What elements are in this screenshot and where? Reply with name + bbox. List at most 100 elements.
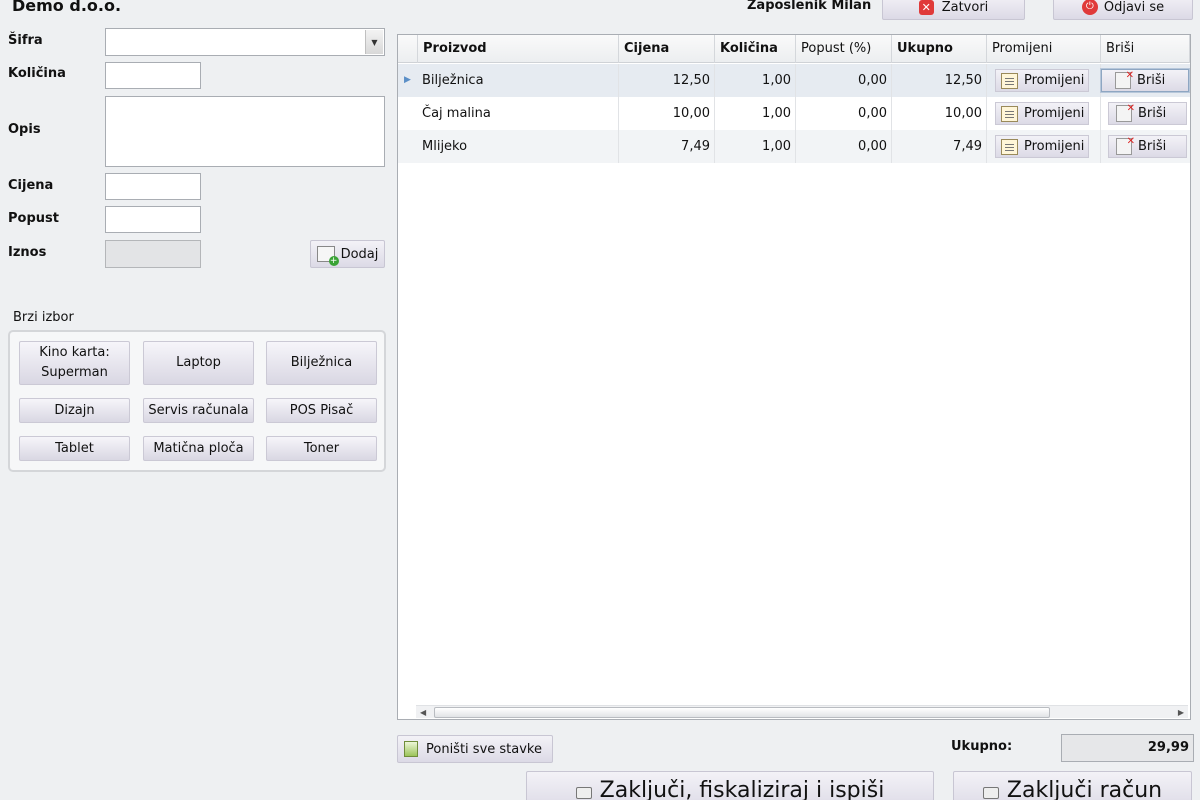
opis-label: Opis xyxy=(8,122,41,137)
edit-row-button[interactable]: Promijeni xyxy=(995,135,1089,158)
quick-item-label: Bilježnica xyxy=(290,355,353,370)
delete-row-label: Briši xyxy=(1138,139,1167,154)
cell-total: 10,00 xyxy=(892,97,987,130)
current-row-indicator-icon: ▶ xyxy=(404,75,411,85)
kolicina-input[interactable] xyxy=(105,62,201,89)
quick-item-tablet[interactable]: Tablet xyxy=(19,436,130,461)
column-header-qty[interactable]: Količina xyxy=(715,35,796,63)
scroll-left-icon[interactable]: ◀ xyxy=(420,706,426,719)
column-header-discount[interactable]: Popust (%) xyxy=(796,35,892,63)
quick-item-laptop[interactable]: Laptop xyxy=(143,341,254,385)
quick-select-title: Brzi izbor xyxy=(13,310,74,325)
column-header-delete[interactable]: Briši xyxy=(1101,35,1190,63)
quick-item-dizajn[interactable]: Dizajn xyxy=(19,398,130,423)
opis-textarea[interactable] xyxy=(105,96,385,167)
cell-product: Bilježnica xyxy=(418,64,619,97)
cell-price: 12,50 xyxy=(619,64,715,97)
delete-row-button[interactable]: Briši xyxy=(1108,135,1187,158)
close-icon: ✕ xyxy=(918,0,934,15)
edit-row-label: Promijeni xyxy=(1024,73,1085,88)
edit-row-label: Promijeni xyxy=(1024,106,1085,121)
cell-delete: Briši xyxy=(1100,64,1190,97)
employee-name: Zaposlenik Milan xyxy=(747,0,872,13)
quick-item-toner[interactable]: Toner xyxy=(266,436,377,461)
cijena-label: Cijena xyxy=(8,178,54,193)
row-header-corner xyxy=(398,35,418,63)
kolicina-label: Količina xyxy=(8,66,66,81)
cell-discount: 0,00 xyxy=(796,64,892,97)
scroll-right-icon[interactable]: ▶ xyxy=(1178,706,1184,719)
grid-header: Proizvod Cijena Količina Popust (%) Ukup… xyxy=(398,35,1190,63)
edit-row-button[interactable]: Promijeni xyxy=(995,69,1089,92)
delete-icon xyxy=(1116,136,1135,157)
clear-all-items-button[interactable]: Poništi sve stavke xyxy=(397,735,553,763)
logout-button[interactable]: ⏻ Odjavi se xyxy=(1053,0,1193,20)
power-icon: ⏻ xyxy=(1081,0,1098,15)
iznos-field xyxy=(105,240,201,268)
close-button-label: Zatvori xyxy=(941,0,989,15)
edit-icon xyxy=(1001,72,1018,89)
clear-all-items-label: Poništi sve stavke xyxy=(426,741,542,757)
quick-item-maticna-ploca[interactable]: Matična ploča xyxy=(143,436,254,461)
table-row[interactable]: Mlijeko 7,49 1,00 0,00 7,49 Promijeni Br… xyxy=(398,130,1190,163)
cell-edit: Promijeni xyxy=(987,64,1101,97)
cell-total: 7,49 xyxy=(892,130,987,163)
column-header-total[interactable]: Ukupno xyxy=(892,35,987,63)
quick-item-label: Servis računala xyxy=(148,402,249,418)
quick-item-kino-karta[interactable]: Kino karta: Superman xyxy=(19,341,130,385)
quick-item-label: Toner xyxy=(303,440,340,456)
popust-input[interactable] xyxy=(105,206,201,233)
column-header-price[interactable]: Cijena xyxy=(619,35,715,63)
delete-row-label: Briši xyxy=(1137,73,1166,88)
add-button-label: Dodaj xyxy=(340,246,379,262)
sifra-combobox[interactable]: ▼ xyxy=(105,28,385,56)
delete-row-button[interactable]: Briši xyxy=(1100,68,1190,93)
scrollbar-thumb[interactable] xyxy=(434,707,1050,718)
close-bill-button[interactable]: Zaključi račun xyxy=(953,771,1192,800)
delete-icon xyxy=(1115,70,1134,91)
edit-row-button[interactable]: Promijeni xyxy=(995,102,1089,125)
cell-discount: 0,00 xyxy=(796,97,892,130)
table-row[interactable]: Čaj malina 10,00 1,00 0,00 10,00 Promije… xyxy=(398,97,1190,130)
cell-qty: 1,00 xyxy=(715,64,796,97)
delete-icon xyxy=(1116,103,1135,124)
add-item-icon xyxy=(316,246,339,266)
items-grid[interactable]: Proizvod Cijena Količina Popust (%) Ukup… xyxy=(397,34,1191,720)
quick-item-label: Matična ploča xyxy=(153,440,244,456)
total-label: Ukupno: xyxy=(951,739,1013,754)
cell-price: 10,00 xyxy=(619,97,715,130)
fiscalize-and-print-button[interactable]: Zaključi, fiskaliziraj i ispiši xyxy=(526,771,934,800)
edit-icon xyxy=(1001,138,1018,155)
cell-delete: Briši xyxy=(1101,97,1190,130)
quick-item-servis-racunala[interactable]: Servis računala xyxy=(143,398,254,423)
cell-product: Mlijeko xyxy=(418,130,619,163)
sifra-label: Šifra xyxy=(8,33,43,48)
edit-icon xyxy=(1001,105,1018,122)
cijena-input[interactable] xyxy=(105,173,201,200)
quick-item-label: Laptop xyxy=(176,355,221,370)
fiscalize-and-print-label: Zaključi, fiskaliziraj i ispiši xyxy=(599,778,885,800)
quick-item-pos-pisac[interactable]: POS Pisač xyxy=(266,398,377,423)
column-header-product[interactable]: Proizvod xyxy=(418,35,619,63)
close-button[interactable]: ✕ Zatvori xyxy=(882,0,1025,20)
quick-item-label: Dizajn xyxy=(54,402,95,418)
table-row[interactable]: ▶ Bilježnica 12,50 1,00 0,00 12,50 Promi… xyxy=(398,64,1190,97)
quick-item-biljeznica[interactable]: Bilježnica xyxy=(266,341,377,385)
printer-icon xyxy=(575,787,592,799)
cell-edit: Promijeni xyxy=(987,97,1101,130)
delete-row-button[interactable]: Briši xyxy=(1108,102,1187,125)
column-header-edit[interactable]: Promijeni xyxy=(987,35,1101,63)
horizontal-scrollbar[interactable]: ◀ ▶ xyxy=(416,705,1188,718)
quick-item-label: POS Pisač xyxy=(289,402,354,418)
total-value: 29,99 xyxy=(1061,734,1194,762)
logout-button-label: Odjavi se xyxy=(1103,0,1165,15)
chevron-down-icon[interactable]: ▼ xyxy=(365,30,383,54)
cell-product: Čaj malina xyxy=(418,97,619,130)
cell-total: 12,50 xyxy=(892,64,987,97)
cell-discount: 0,00 xyxy=(796,130,892,163)
company-name: Demo d.o.o. xyxy=(12,0,122,15)
edit-row-label: Promijeni xyxy=(1024,139,1085,154)
add-button[interactable]: Dodaj xyxy=(310,240,385,268)
cell-delete: Briši xyxy=(1101,130,1190,163)
cell-qty: 1,00 xyxy=(715,130,796,163)
